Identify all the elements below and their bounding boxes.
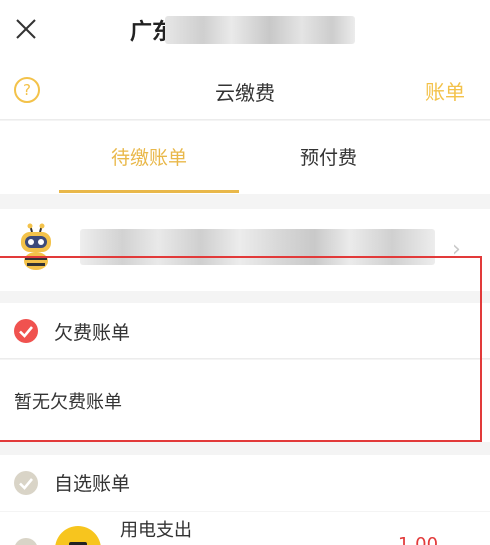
active-tab-indicator bbox=[59, 190, 239, 193]
page-header: ? 云缴费 账单 bbox=[0, 60, 490, 120]
tab-prepaid[interactable]: 预付费 bbox=[300, 143, 357, 170]
check-circle-icon[interactable] bbox=[14, 538, 38, 545]
electricity-meter-icon bbox=[55, 526, 101, 545]
optional-bills-header[interactable]: 自选账单 bbox=[0, 455, 490, 511]
page-title: 云缴费 bbox=[215, 81, 275, 105]
title-bar: 广东 bbox=[0, 0, 490, 60]
check-circle-icon[interactable] bbox=[14, 471, 38, 495]
bill-item-title: 用电支出 bbox=[120, 520, 192, 541]
close-icon[interactable] bbox=[14, 17, 38, 41]
tab-bar: 待缴账单 预付费 bbox=[0, 121, 490, 194]
bill-amount: 1.00 bbox=[398, 534, 439, 545]
bill-link[interactable]: 账单 bbox=[425, 76, 465, 105]
highlight-annotation-box bbox=[0, 256, 482, 442]
bill-item-row[interactable]: 用电支出 1.00 bbox=[0, 512, 490, 545]
tab-pending-bills[interactable]: 待缴账单 bbox=[111, 143, 187, 170]
redacted-title bbox=[165, 16, 355, 44]
optional-bills-label: 自选账单 bbox=[54, 473, 131, 495]
